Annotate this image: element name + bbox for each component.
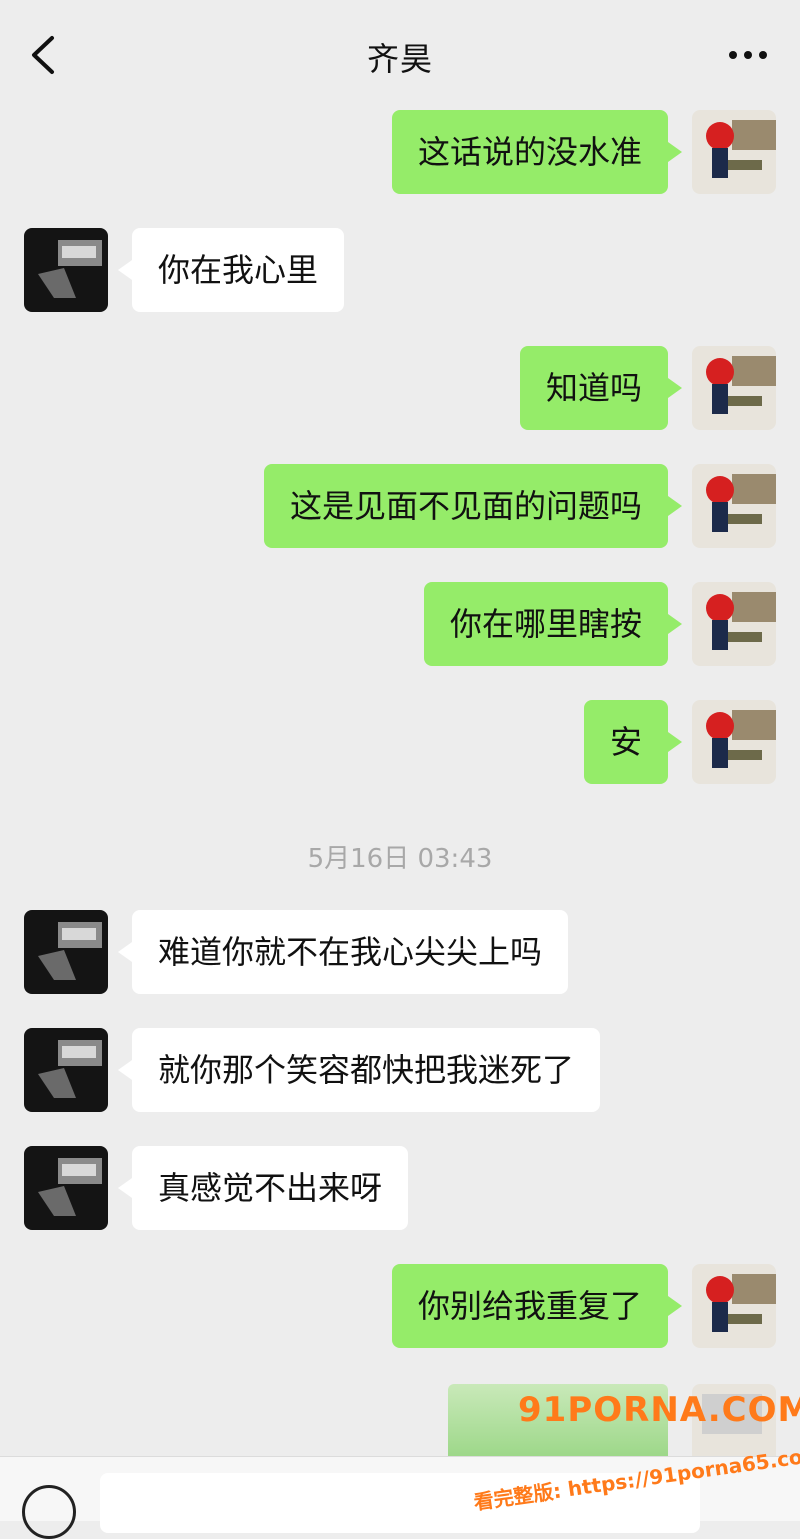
chat-header: 齐昊: [0, 0, 800, 100]
my-avatar[interactable]: [692, 582, 776, 666]
my-avatar[interactable]: [692, 700, 776, 784]
received-message-bubble[interactable]: 你在我心里: [117, 228, 345, 312]
my-avatar[interactable]: [692, 1264, 776, 1348]
contact-avatar[interactable]: [24, 910, 108, 994]
sent-message-bubble[interactable]: 你别给我重复了: [391, 1264, 683, 1348]
contact-avatar[interactable]: [24, 1146, 108, 1230]
message-timestamp: 5月16日 03:43: [307, 844, 493, 874]
chat-title: 齐昊: [366, 40, 433, 78]
my-avatar[interactable]: [692, 464, 776, 548]
sent-message-bubble[interactable]: 安: [583, 700, 683, 784]
sent-message-bubble[interactable]: 知道吗: [519, 346, 683, 430]
contact-avatar[interactable]: [24, 228, 108, 312]
my-avatar[interactable]: [692, 110, 776, 194]
sent-message-bubble[interactable]: 这话说的没水准: [391, 110, 683, 194]
voice-input-icon[interactable]: [22, 1485, 76, 1539]
more-options-icon[interactable]: [726, 40, 770, 70]
watermark: 91PORNA.COM 看完整版: https://91porna65.com: [472, 1390, 800, 1520]
received-message-bubble[interactable]: 就你那个笑容都快把我迷死了: [117, 1028, 601, 1112]
my-avatar[interactable]: [692, 346, 776, 430]
received-message-bubble[interactable]: 难道你就不在我心尖尖上吗: [117, 910, 569, 994]
received-message-bubble[interactable]: 真感觉不出来呀: [117, 1146, 409, 1230]
contact-avatar[interactable]: [24, 1028, 108, 1112]
watermark-url: 看完整版: https://91porna65.com: [472, 1441, 800, 1515]
sent-message-bubble[interactable]: 你在哪里瞎按: [423, 582, 683, 666]
sent-message-bubble[interactable]: 这是见面不见面的问题吗: [263, 464, 683, 548]
watermark-logo: 91PORNA.COM: [518, 1390, 800, 1430]
